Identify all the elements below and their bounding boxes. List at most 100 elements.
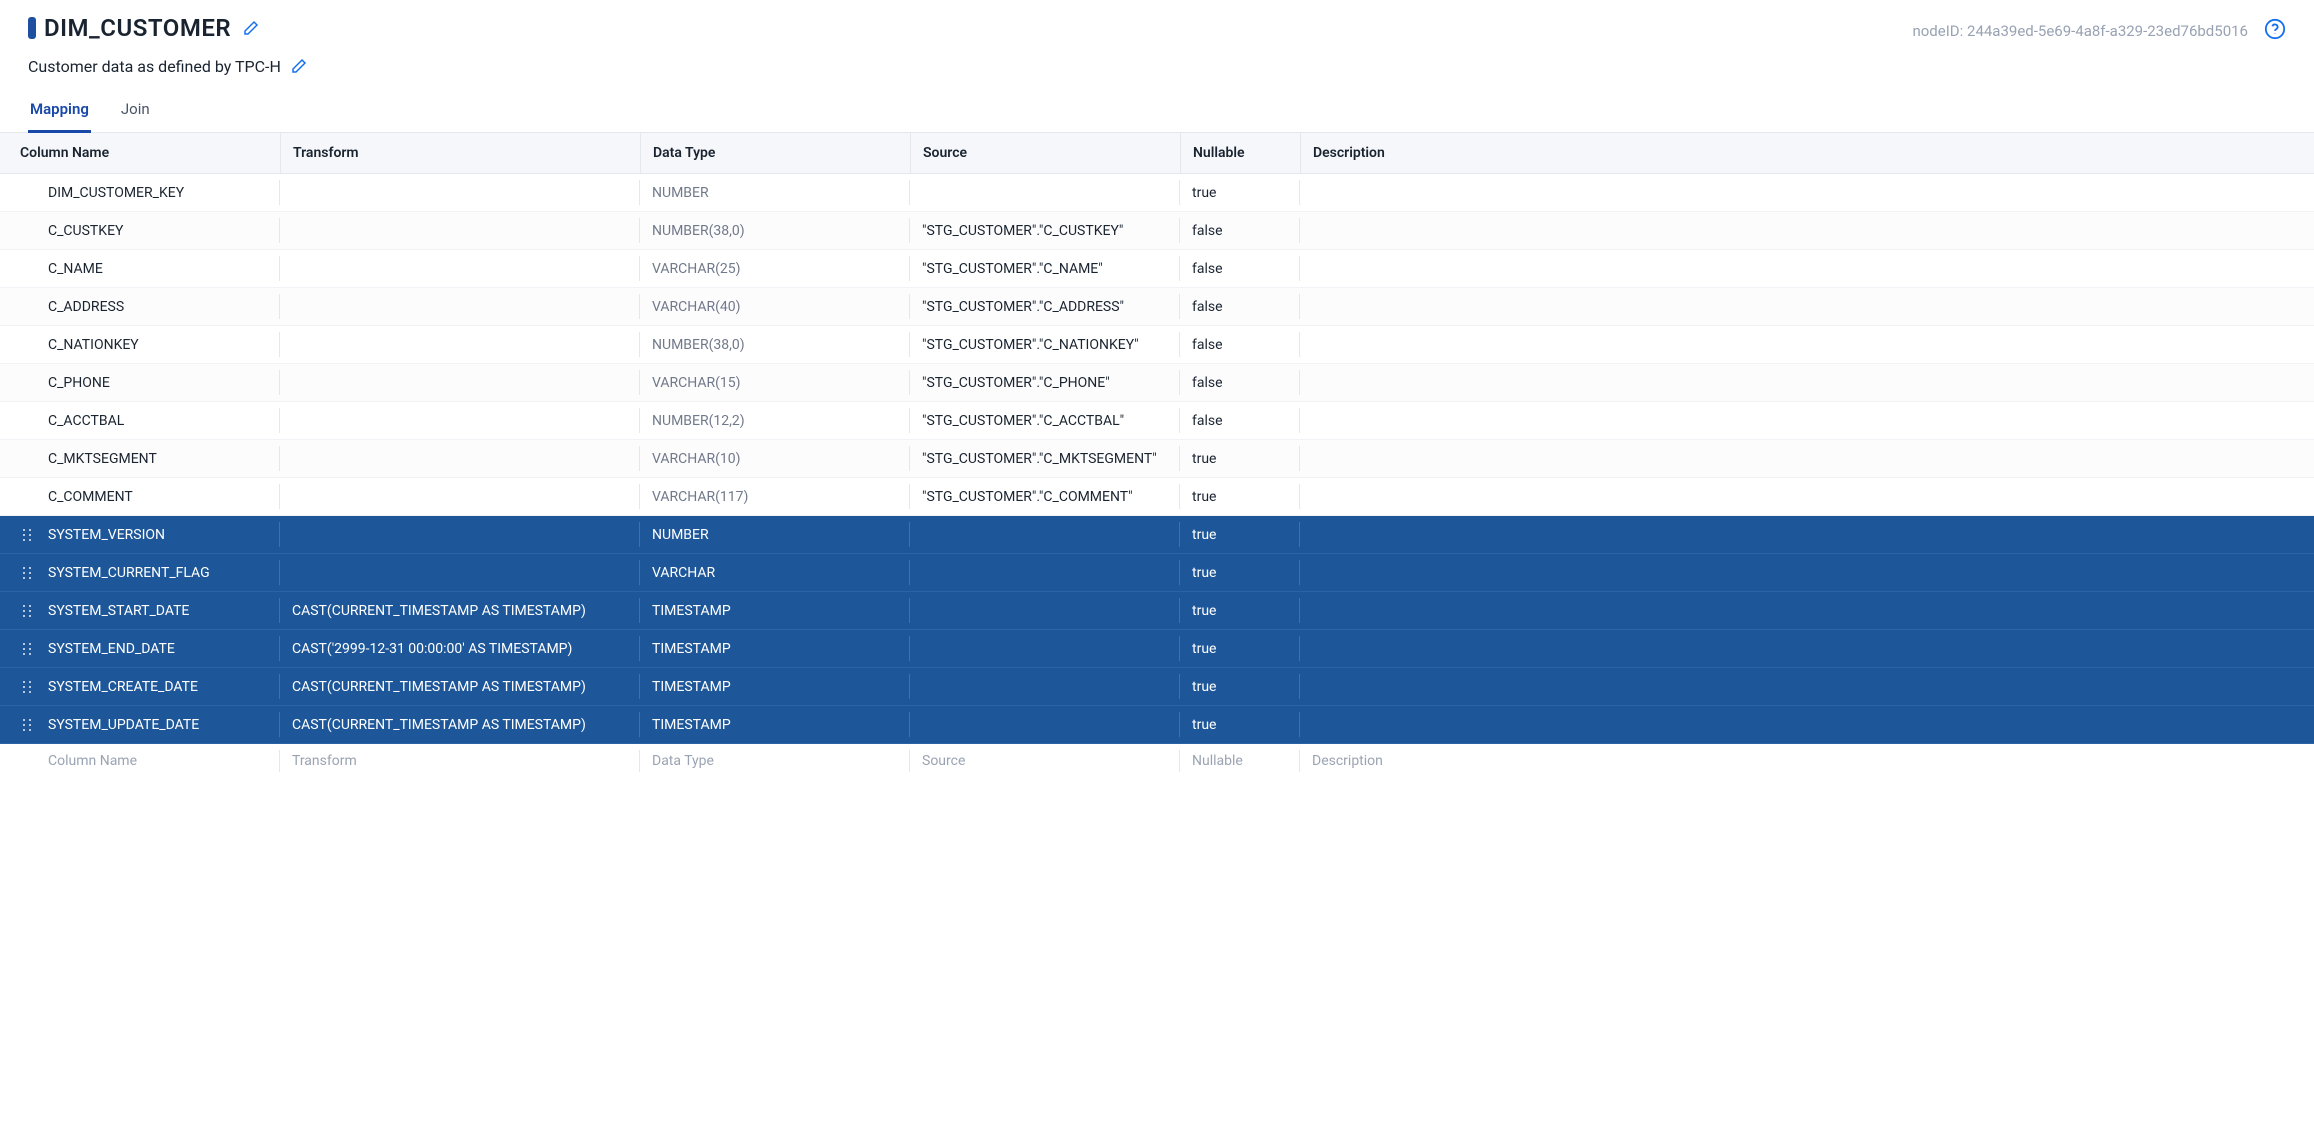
cell-description[interactable]	[1300, 592, 2314, 629]
cell-nullable[interactable]: true	[1180, 592, 1300, 629]
table-new-row[interactable]: Column Name Transform Data Type Source N…	[0, 744, 2314, 778]
cell-description[interactable]	[1300, 440, 2314, 477]
cell-datatype[interactable]: VARCHAR(15)	[640, 364, 910, 401]
cell-description[interactable]	[1300, 706, 2314, 743]
cell-column-name[interactable]: C_ADDRESS	[48, 299, 124, 315]
cell-datatype[interactable]: NUMBER	[640, 516, 910, 553]
cell-source[interactable]: "STG_CUSTOMER"."C_MKTSEGMENT"	[910, 440, 1180, 477]
cell-column-name[interactable]: C_PHONE	[48, 375, 110, 391]
cell-transform[interactable]	[280, 212, 640, 249]
cell-transform[interactable]	[280, 288, 640, 325]
cell-transform[interactable]	[280, 516, 640, 553]
cell-source[interactable]: "STG_CUSTOMER"."C_COMMENT"	[910, 478, 1180, 515]
new-row-name-placeholder[interactable]: Column Name	[48, 753, 137, 769]
cell-column-name[interactable]: SYSTEM_END_DATE	[48, 641, 175, 657]
table-row[interactable]: C_CUSTKEYNUMBER(38,0)"STG_CUSTOMER"."C_C…	[0, 212, 2314, 250]
cell-description[interactable]	[1300, 364, 2314, 401]
cell-transform[interactable]: CAST('2999-12-31 00:00:00' AS TIMESTAMP)	[280, 630, 640, 667]
cell-datatype[interactable]: TIMESTAMP	[640, 592, 910, 629]
cell-transform[interactable]: CAST(CURRENT_TIMESTAMP AS TIMESTAMP)	[280, 706, 640, 743]
column-header[interactable]: Nullable	[1180, 133, 1300, 173]
table-row[interactable]: C_NAME VARCHAR(25)"STG_CUSTOMER"."C_NAME"…	[0, 250, 2314, 288]
cell-source[interactable]: "STG_CUSTOMER"."C_ACCTBAL"	[910, 402, 1180, 439]
cell-description[interactable]	[1300, 326, 2314, 363]
cell-column-name[interactable]: C_NAME	[48, 261, 103, 277]
new-row-description-placeholder[interactable]: Description	[1312, 753, 1383, 769]
cell-datatype[interactable]: NUMBER	[640, 174, 910, 211]
cell-source[interactable]	[910, 554, 1180, 591]
cell-nullable[interactable]: true	[1180, 668, 1300, 705]
table-row[interactable]: SYSTEM_END_DATE CAST('2999-12-31 00:00:00…	[0, 630, 2314, 668]
cell-source[interactable]	[910, 706, 1180, 743]
drag-handle-icon[interactable]	[20, 680, 34, 694]
cell-source[interactable]	[910, 668, 1180, 705]
cell-column-name[interactable]: SYSTEM_VERSION	[48, 527, 165, 543]
table-row[interactable]: C_NATIONKEYNUMBER(38,0)"STG_CUSTOMER"."C…	[0, 326, 2314, 364]
cell-transform[interactable]	[280, 250, 640, 287]
cell-datatype[interactable]: NUMBER(38,0)	[640, 212, 910, 249]
tab-join[interactable]: Join	[119, 100, 152, 133]
cell-transform[interactable]: CAST(CURRENT_TIMESTAMP AS TIMESTAMP)	[280, 668, 640, 705]
table-row[interactable]: SYSTEM_CURRENT_FLAGVARCHARtrue	[0, 554, 2314, 592]
cell-description[interactable]	[1300, 250, 2314, 287]
column-header[interactable]: Source	[910, 133, 1180, 173]
cell-description[interactable]	[1300, 402, 2314, 439]
cell-transform[interactable]	[280, 326, 640, 363]
cell-description[interactable]	[1300, 212, 2314, 249]
help-button[interactable]	[2264, 18, 2286, 44]
cell-source[interactable]: "STG_CUSTOMER"."C_PHONE"	[910, 364, 1180, 401]
cell-description[interactable]	[1300, 288, 2314, 325]
cell-description[interactable]	[1300, 554, 2314, 591]
cell-datatype[interactable]: VARCHAR(40)	[640, 288, 910, 325]
cell-transform[interactable]	[280, 402, 640, 439]
cell-datatype[interactable]: VARCHAR	[640, 554, 910, 591]
cell-nullable[interactable]: false	[1180, 212, 1300, 249]
cell-column-name[interactable]: C_CUSTKEY	[48, 223, 123, 239]
cell-nullable[interactable]: true	[1180, 478, 1300, 515]
drag-handle-icon[interactable]	[20, 566, 34, 580]
cell-datatype[interactable]: VARCHAR(25)	[640, 250, 910, 287]
cell-nullable[interactable]: false	[1180, 402, 1300, 439]
cell-datatype[interactable]: TIMESTAMP	[640, 706, 910, 743]
table-row[interactable]: C_COMMENT VARCHAR(117)"STG_CUSTOMER"."C_C…	[0, 478, 2314, 516]
cell-nullable[interactable]: false	[1180, 288, 1300, 325]
cell-nullable[interactable]: true	[1180, 516, 1300, 553]
cell-source[interactable]: "STG_CUSTOMER"."C_NAME"	[910, 250, 1180, 287]
cell-transform[interactable]	[280, 554, 640, 591]
cell-column-name[interactable]: C_COMMENT	[48, 489, 133, 505]
cell-nullable[interactable]: true	[1180, 706, 1300, 743]
cell-source[interactable]: "STG_CUSTOMER"."C_ADDRESS"	[910, 288, 1180, 325]
drag-handle-icon[interactable]	[20, 604, 34, 618]
cell-nullable[interactable]: false	[1180, 326, 1300, 363]
cell-source[interactable]	[910, 630, 1180, 667]
cell-column-name[interactable]: SYSTEM_START_DATE	[48, 603, 189, 619]
cell-datatype[interactable]: TIMESTAMP	[640, 630, 910, 667]
cell-nullable[interactable]: false	[1180, 250, 1300, 287]
cell-nullable[interactable]: true	[1180, 630, 1300, 667]
cell-nullable[interactable]: true	[1180, 440, 1300, 477]
cell-transform[interactable]	[280, 440, 640, 477]
cell-column-name[interactable]: SYSTEM_UPDATE_DATE	[48, 717, 199, 733]
cell-transform[interactable]	[280, 478, 640, 515]
cell-nullable[interactable]: true	[1180, 174, 1300, 211]
cell-description[interactable]	[1300, 478, 2314, 515]
drag-handle-icon[interactable]	[20, 528, 34, 542]
table-row[interactable]: SYSTEM_CREATE_DATECAST(CURRENT_TIMESTAMP…	[0, 668, 2314, 706]
cell-description[interactable]	[1300, 516, 2314, 553]
column-header[interactable]: Column Name	[0, 133, 280, 173]
cell-datatype[interactable]: NUMBER(12,2)	[640, 402, 910, 439]
cell-source[interactable]: "STG_CUSTOMER"."C_NATIONKEY"	[910, 326, 1180, 363]
drag-handle-icon[interactable]	[20, 642, 34, 656]
cell-datatype[interactable]: VARCHAR(117)	[640, 478, 910, 515]
cell-nullable[interactable]: false	[1180, 364, 1300, 401]
cell-transform[interactable]	[280, 364, 640, 401]
cell-datatype[interactable]: TIMESTAMP	[640, 668, 910, 705]
cell-source[interactable]	[910, 592, 1180, 629]
table-row[interactable]: SYSTEM_VERSION NUMBER true	[0, 516, 2314, 554]
cell-column-name[interactable]: SYSTEM_CURRENT_FLAG	[48, 565, 210, 581]
cell-description[interactable]	[1300, 174, 2314, 211]
column-header[interactable]: Transform	[280, 133, 640, 173]
new-row-nullable-placeholder[interactable]: Nullable	[1192, 753, 1243, 769]
table-row[interactable]: SYSTEM_UPDATE_DATE CAST(CURRENT_TIMESTAMP…	[0, 706, 2314, 744]
new-row-transform-placeholder[interactable]: Transform	[292, 753, 357, 769]
